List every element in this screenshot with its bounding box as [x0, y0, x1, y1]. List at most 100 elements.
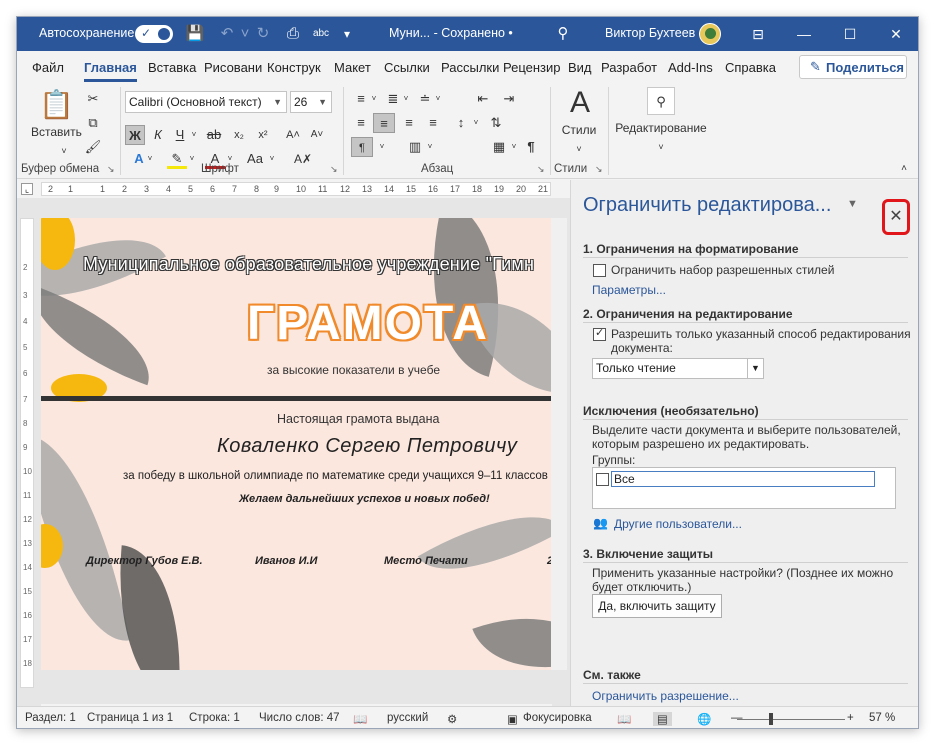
tab-developer[interactable]: Разработ [601, 60, 657, 75]
tab-view[interactable]: Вид [568, 60, 592, 75]
tab-design[interactable]: Конструк [267, 60, 321, 75]
status-focus[interactable]: Фокусировка [523, 712, 592, 724]
close-icon[interactable]: ✕ [882, 199, 910, 235]
status-page[interactable]: Страница 1 из 1 [87, 712, 173, 724]
font-name-combo[interactable]: Calibri (Основной текст) ▼ [125, 91, 287, 113]
status-zoom[interactable]: 57 % [869, 712, 895, 724]
status-words[interactable]: Число слов: 47 [259, 712, 340, 724]
pane-options-icon[interactable]: ▼ [847, 198, 858, 210]
show-marks-icon[interactable]: ¶ [523, 137, 539, 157]
web-layout-icon[interactable]: 🌐 [697, 712, 711, 726]
horizontal-ruler[interactable]: 2 1 1 2 3 4 5 6 7 8 9 10 11 12 13 14 15 … [41, 182, 551, 196]
zoom-slider-thumb[interactable] [769, 713, 773, 725]
settings-link[interactable]: Параметры... [592, 283, 666, 297]
line-spacing-icon[interactable]: ↕ [451, 113, 471, 133]
multilevel-list-icon[interactable]: ≐ [415, 89, 435, 109]
styles-launcher-icon[interactable]: ↘ [595, 164, 603, 175]
shrink-font-icon[interactable]: A˅ [307, 125, 327, 145]
save-icon[interactable]: 💾 [185, 24, 205, 44]
restrict-permission-link[interactable]: Ограничить разрешение... [592, 689, 739, 703]
enable-protection-button[interactable]: Да, включить защиту [592, 594, 722, 618]
document-title[interactable]: Муни... - Сохранено • [389, 26, 513, 40]
tab-layout[interactable]: Макет [334, 60, 371, 75]
undo-dropdown-icon[interactable]: ˅ [235, 24, 255, 44]
copy-icon[interactable]: ⧉ [83, 113, 103, 133]
format-painter-icon[interactable]: 🖌 [83, 137, 103, 157]
text-direction-dropdown-icon[interactable]: ˅ [377, 137, 387, 157]
highlight-icon[interactable]: ✎ [167, 149, 187, 169]
bullets-icon[interactable]: ≡ [351, 89, 371, 109]
italic-button[interactable]: К [149, 125, 167, 145]
tab-home[interactable]: Главная [84, 60, 137, 82]
status-section[interactable]: Раздел: 1 [25, 712, 76, 724]
close-window-icon[interactable]: ✕ [873, 17, 918, 51]
align-center-icon[interactable]: ≡ [373, 113, 395, 133]
document-page[interactable]: Муниципальное образовательное учреждение… [41, 218, 552, 670]
maximize-icon[interactable]: ☐ [827, 17, 873, 51]
zoom-out-icon[interactable]: — [731, 712, 743, 724]
share-button[interactable]: ✎ Поделиться [799, 55, 907, 79]
tab-mailings[interactable]: Рассылки [441, 60, 499, 75]
proofing-icon[interactable]: 📖 [353, 712, 367, 726]
focus-icon[interactable]: ▣ [507, 712, 518, 726]
tab-selector-icon[interactable]: ⌞ [21, 183, 33, 195]
paste-icon[interactable]: 📋 [39, 87, 74, 123]
allow-editing-checkbox[interactable] [593, 326, 606, 341]
editing-dropdown-icon[interactable]: ˅ [654, 137, 668, 157]
avatar[interactable] [699, 23, 721, 45]
vertical-ruler[interactable]: 2 3 4 5 6 7 8 9 10 11 12 13 14 15 16 17 … [20, 218, 34, 688]
collapse-ribbon-icon[interactable]: ˄ [897, 159, 911, 179]
highlight-dropdown-icon[interactable]: ˅ [187, 149, 197, 169]
numbering-dropdown-icon[interactable]: ˅ [401, 89, 411, 109]
read-mode-icon[interactable]: 📖 [617, 712, 631, 726]
minimize-icon[interactable]: — [781, 17, 827, 51]
accessibility-icon[interactable]: ⚙ [447, 712, 457, 726]
tab-help[interactable]: Справка [725, 60, 776, 75]
bold-button[interactable]: Ж [125, 125, 145, 145]
styles-label[interactable]: Стили [555, 123, 603, 137]
groups-list[interactable]: Все [592, 467, 896, 509]
tab-addins[interactable]: Add-Ins [668, 60, 713, 75]
increase-indent-icon[interactable]: ⇥ [499, 89, 519, 109]
zoom-slider[interactable] [737, 719, 845, 720]
search-icon[interactable]: ⚲ [553, 24, 573, 44]
clear-formatting-icon[interactable]: A✗ [293, 149, 313, 169]
tab-file[interactable]: Файл [32, 60, 64, 75]
sort-icon[interactable]: ⇅ [485, 113, 507, 133]
change-case-icon[interactable]: Aa [243, 149, 267, 169]
justify-icon[interactable]: ≡ [423, 113, 443, 133]
tab-insert[interactable]: Вставка [148, 60, 196, 75]
font-size-combo[interactable]: 26 ▼ [290, 91, 332, 113]
align-right-icon[interactable]: ≡ [399, 113, 419, 133]
shading-dropdown-icon[interactable]: ˅ [425, 137, 435, 157]
align-left-icon[interactable]: ≡ [351, 113, 371, 133]
superscript-button[interactable]: x² [253, 125, 273, 145]
group-everyone-checkbox[interactable] [596, 473, 609, 486]
status-language[interactable]: русский [387, 712, 428, 724]
font-launcher-icon[interactable]: ↘ [330, 164, 338, 175]
print-layout-icon[interactable]: ▤ [653, 712, 672, 726]
strikethrough-button[interactable]: ab [203, 125, 225, 145]
text-effects-dropdown-icon[interactable]: ˅ [145, 149, 155, 169]
spelling-icon[interactable]: abc [311, 24, 331, 44]
underline-button[interactable]: Ч [171, 125, 189, 145]
cut-icon[interactable]: ✂ [83, 89, 103, 109]
search-icon[interactable]: ⚲ [647, 87, 675, 115]
more-users-link[interactable]: Другие пользователи... [614, 517, 742, 531]
zoom-in-icon[interactable]: + [847, 712, 854, 724]
user-name[interactable]: Виктор Бухтеев [605, 26, 695, 40]
status-line[interactable]: Строка: 1 [189, 712, 240, 724]
ribbon-display-options-icon[interactable]: ⊟ [735, 17, 781, 51]
redo-icon[interactable]: ↻ [253, 24, 273, 44]
editing-type-select[interactable]: Только чтение ▼ [592, 358, 764, 379]
subscript-button[interactable]: x₂ [229, 125, 249, 145]
styles-dropdown-icon[interactable]: ˅ [572, 139, 586, 159]
customize-toolbar-icon[interactable]: ▾ [337, 24, 357, 44]
line-spacing-dropdown-icon[interactable]: ˅ [471, 113, 481, 133]
change-case-dropdown-icon[interactable]: ˅ [267, 149, 277, 169]
undo-icon[interactable]: ↶ [217, 24, 237, 44]
print-icon[interactable]: ⎙ [283, 24, 303, 44]
styles-icon[interactable]: A [563, 87, 597, 119]
grow-font-icon[interactable]: A˄ [283, 125, 303, 145]
paste-label[interactable]: Вставить [31, 125, 82, 139]
